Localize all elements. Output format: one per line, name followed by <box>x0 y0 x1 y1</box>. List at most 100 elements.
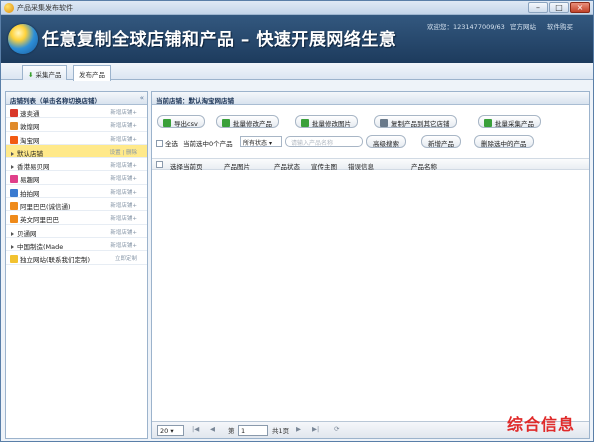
image-edit-icon <box>301 119 309 127</box>
eachnet-icon <box>10 175 18 184</box>
alibaba-icon <box>10 215 18 224</box>
page-label: 第 <box>228 427 235 435</box>
store-item-label: 中国制造(Made <box>17 242 64 251</box>
store-item[interactable]: 独立网站(联系我们定制) 立即定制 <box>6 251 147 265</box>
store-item-name[interactable]: 淘宝网 <box>10 135 40 145</box>
batch-collect-button[interactable]: 批量采集产品 <box>478 115 541 128</box>
expand-arrow-icon[interactable] <box>11 165 14 170</box>
next-page-icon[interactable]: ▶ <box>296 425 301 433</box>
store-item-label: 淘宝网 <box>20 136 40 145</box>
header-checkbox[interactable] <box>156 161 163 168</box>
select-all-checkbox[interactable]: 全选 <box>156 138 178 148</box>
store-item[interactable]: 中国制造(Made 新增店铺+ <box>6 238 147 252</box>
copy-products-button[interactable]: 复制产品到其它店铺 <box>374 115 457 128</box>
store-item-label: 香港易贝网 <box>17 163 50 172</box>
col-product-image: 产品图片 <box>224 163 250 171</box>
store-item[interactable]: 贝通网 新增店铺+ <box>6 225 147 238</box>
store-item[interactable]: 易趣网 新增店铺+ <box>6 171 147 185</box>
store-item-name[interactable]: 默认店铺 <box>10 148 43 158</box>
app-icon <box>4 3 14 13</box>
col-product-name: 产品名称 <box>411 163 437 171</box>
store-item-name[interactable]: 敦煌网 <box>10 121 40 131</box>
store-item-action[interactable]: 立即定制 <box>115 254 137 262</box>
buy-software-link[interactable]: 软件购买 <box>547 21 573 31</box>
store-item-action[interactable]: 新增店铺+ <box>110 174 137 182</box>
product-panel: 当前店铺：默认淘宝网店铺 导出csv 批量修改产品 批量修改图片 复制产品到其它… <box>151 91 590 439</box>
store-item-action[interactable]: 新增店铺+ <box>110 214 137 222</box>
store-item-label: 英文阿里巴巴 <box>20 216 59 225</box>
maximize-button[interactable]: □ <box>549 2 569 13</box>
store-item-action[interactable]: 新增店铺+ <box>110 135 137 143</box>
status-value: 所有状态 <box>243 140 268 147</box>
store-item-label: 默认店铺 <box>17 149 43 158</box>
status-select[interactable]: 所有状态 ▾ <box>240 136 282 147</box>
store-item-name[interactable]: 独立网站(联系我们定制) <box>10 254 90 264</box>
store-item-name[interactable]: 阿里巴巴(诚信通) <box>10 201 71 211</box>
product-table-header: 选择当前页 产品图片 产品状态 宣传主图 错误信息 产品名称 <box>152 158 589 171</box>
select-all-label: 全选 <box>165 140 178 148</box>
store-item-action[interactable]: 新增店铺+ <box>110 161 137 169</box>
batch-edit-images-button[interactable]: 批量修改图片 <box>295 115 358 128</box>
app-window: 产品采集发布软件 – □ × 任意复制全球店铺和产品 – 快速开展网络生意 欢迎… <box>0 0 594 442</box>
store-item-action[interactable]: 新增店铺+ <box>110 121 137 129</box>
chevron-down-icon: ▾ <box>170 427 174 435</box>
store-item-action[interactable]: 新增店铺+ <box>110 228 137 236</box>
down-arrow-icon: ⬇ <box>28 71 34 79</box>
store-item-name[interactable]: 易趣网 <box>10 174 40 184</box>
tab-publish-products[interactable]: 发布产品 <box>73 65 111 81</box>
store-item-name[interactable]: 英文阿里巴巴 <box>10 214 59 224</box>
store-item-name[interactable]: 贝通网 <box>10 228 37 238</box>
window-title: 产品采集发布软件 <box>17 4 73 12</box>
store-item[interactable]: 淘宝网 新增店铺+ <box>6 132 147 145</box>
download-icon <box>484 119 492 127</box>
chevron-down-icon: ▾ <box>268 140 272 147</box>
close-button[interactable]: × <box>570 2 590 13</box>
store-item-action[interactable]: 新增店铺+ <box>110 188 137 196</box>
tab-collect-products[interactable]: ⬇ 采集产品 <box>22 65 68 80</box>
batch-edit-products-button[interactable]: 批量修改产品 <box>216 115 279 128</box>
store-item-name[interactable]: 速卖通 <box>10 108 40 118</box>
welcome-text: 欢迎您：1231477009/63 <box>427 23 505 31</box>
store-item-name[interactable]: 拍拍网 <box>10 188 40 198</box>
store-item-action[interactable]: 新增店铺+ <box>110 108 137 116</box>
store-item-name[interactable]: 中国制造(Made <box>10 241 63 251</box>
new-product-button[interactable]: 新增产品 <box>421 135 461 148</box>
banner: 任意复制全球店铺和产品 – 快速开展网络生意 欢迎您：1231477009/63… <box>1 15 593 63</box>
store-item[interactable]: 速卖通 新增店铺+ <box>6 105 147 119</box>
store-item-action[interactable]: 新增店铺+ <box>110 201 137 209</box>
aliexpress-icon <box>10 109 18 117</box>
expand-arrow-icon[interactable] <box>11 151 14 156</box>
tab-label: 采集产品 <box>35 71 62 79</box>
advanced-search-button[interactable]: 高级搜索 <box>366 135 406 148</box>
store-item-action[interactable]: 设置 | 删除 <box>110 148 137 156</box>
page-size-select[interactable]: 20 ▾ <box>157 425 184 436</box>
refresh-icon[interactable]: ⟳ <box>334 425 339 433</box>
page-input[interactable]: 1 <box>238 425 268 436</box>
col-select-page[interactable]: 选择当前页 <box>170 161 203 171</box>
expand-arrow-icon[interactable] <box>11 231 14 236</box>
edit-icon <box>222 119 230 127</box>
store-item-action[interactable]: 新增店铺+ <box>110 241 137 249</box>
minimize-button[interactable]: – <box>528 2 548 13</box>
collapse-icon[interactable]: « <box>140 94 144 102</box>
store-item[interactable]: 英文阿里巴巴 新增店铺+ <box>6 211 147 225</box>
prev-page-icon[interactable]: ◀ <box>210 425 215 433</box>
store-item[interactable]: 默认店铺 设置 | 删除 <box>6 144 147 159</box>
checkbox-box <box>156 140 163 147</box>
store-item[interactable]: 阿里巴巴(诚信通) 新增店铺+ <box>6 198 147 212</box>
export-csv-button[interactable]: 导出csv <box>157 115 205 128</box>
store-item-label: 阿里巴巴(诚信通) <box>20 203 71 212</box>
store-item[interactable]: 拍拍网 新增店铺+ <box>6 185 147 199</box>
official-site-link[interactable]: 官方网站 <box>510 21 536 31</box>
bulb-icon <box>10 255 18 264</box>
store-item-name[interactable]: 香港易贝网 <box>10 161 50 171</box>
product-search-input[interactable]: 请输入产品名称 <box>285 136 363 147</box>
store-item[interactable]: 敦煌网 新增店铺+ <box>6 118 147 132</box>
delete-selected-button[interactable]: 删除选中的产品 <box>474 135 534 148</box>
store-item-label: 易趣网 <box>20 176 40 185</box>
first-page-icon[interactable]: |◀ <box>192 425 199 433</box>
store-item-label: 独立网站(联系我们定制) <box>20 256 91 265</box>
last-page-icon[interactable]: ▶| <box>312 425 319 433</box>
store-item[interactable]: 香港易贝网 新增店铺+ <box>6 158 147 172</box>
expand-arrow-icon[interactable] <box>11 244 14 249</box>
